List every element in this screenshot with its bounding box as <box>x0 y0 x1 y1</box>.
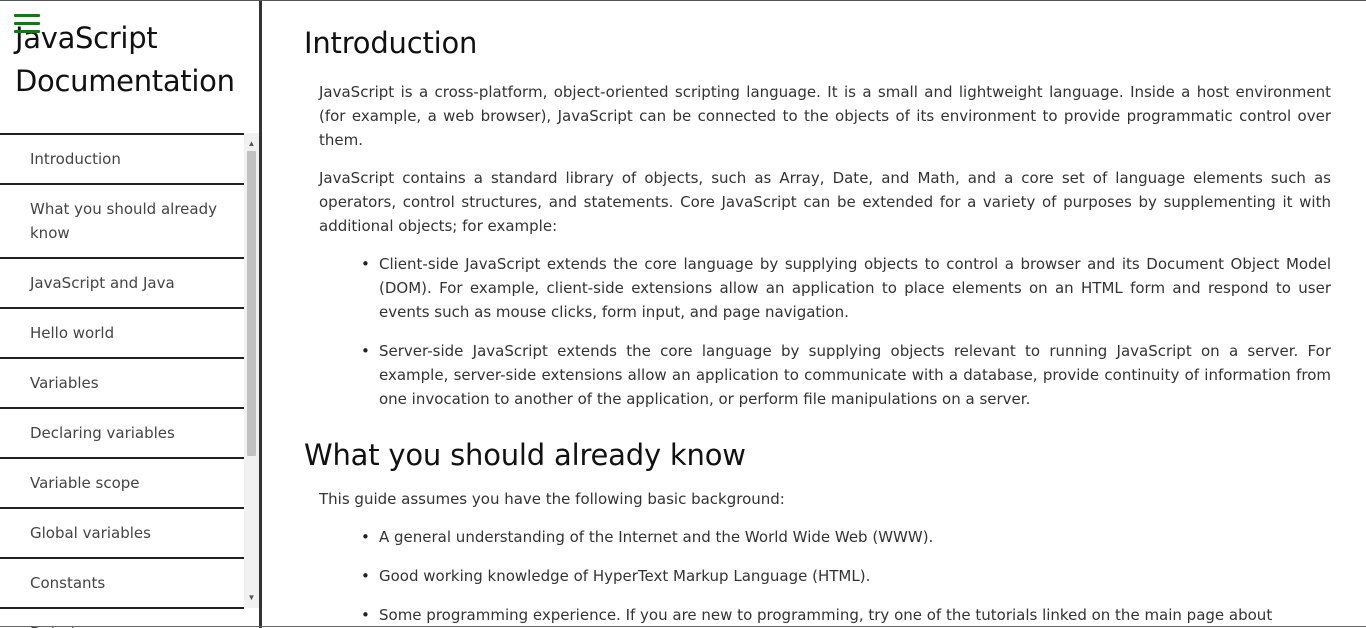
nav-link-variables[interactable]: Variables <box>0 357 244 407</box>
nav-link-global-variables[interactable]: Global variables <box>0 507 244 557</box>
nav-list: Introduction What you should already kno… <box>0 133 244 628</box>
know-paragraph-1: This guide assumes you have the followin… <box>319 490 785 508</box>
main-content: Introduction JavaScript is a cross-platf… <box>304 1 1331 628</box>
nav-link-introduction[interactable]: Introduction <box>0 133 244 183</box>
section-what-you-should-know: What you should already know This guide … <box>304 437 1331 627</box>
navbar: JavaScript Documentation Introduction Wh… <box>0 1 262 628</box>
scroll-thumb[interactable] <box>247 151 256 456</box>
intro-bullet-list: Client-side JavaScript extends the core … <box>319 252 1331 411</box>
nav-link-javascript-and-java[interactable]: JavaScript and Java <box>0 257 244 307</box>
intro-paragraph-1: JavaScript is a cross-platform, object-o… <box>319 83 1331 149</box>
list-item: A general understanding of the Internet … <box>361 525 1331 549</box>
scroll-up-arrow-icon[interactable]: ▲ <box>244 136 259 151</box>
nav-link-what-you-should-know[interactable]: What you should already know <box>0 183 244 257</box>
nav-link-variable-scope[interactable]: Variable scope <box>0 457 244 507</box>
know-bullet-list: A general understanding of the Internet … <box>319 525 1331 627</box>
section-introduction: Introduction JavaScript is a cross-platf… <box>304 25 1331 411</box>
list-item: Some programming experience. If you are … <box>361 603 1331 627</box>
nav-link-data-types[interactable]: Data types <box>0 607 244 628</box>
nav-title: JavaScript Documentation <box>15 21 235 98</box>
nav-scrollbar[interactable]: ▲ ▼ <box>244 133 259 608</box>
list-item: Client-side JavaScript extends the core … <box>361 252 1331 324</box>
hamburger-menu-icon[interactable] <box>14 14 40 34</box>
nav-link-hello-world[interactable]: Hello world <box>0 307 244 357</box>
intro-paragraph-2: JavaScript contains a standard library o… <box>319 169 1331 235</box>
list-item: Good working knowledge of HyperText Mark… <box>361 564 1331 588</box>
list-item: Server-side JavaScript extends the core … <box>361 339 1331 411</box>
nav-link-constants[interactable]: Constants <box>0 557 244 607</box>
section-title-what-you-should-know: What you should already know <box>304 438 746 472</box>
nav-link-declaring-variables[interactable]: Declaring variables <box>0 407 244 457</box>
scroll-down-arrow-icon[interactable]: ▼ <box>244 590 259 605</box>
section-title-introduction: Introduction <box>304 26 478 60</box>
